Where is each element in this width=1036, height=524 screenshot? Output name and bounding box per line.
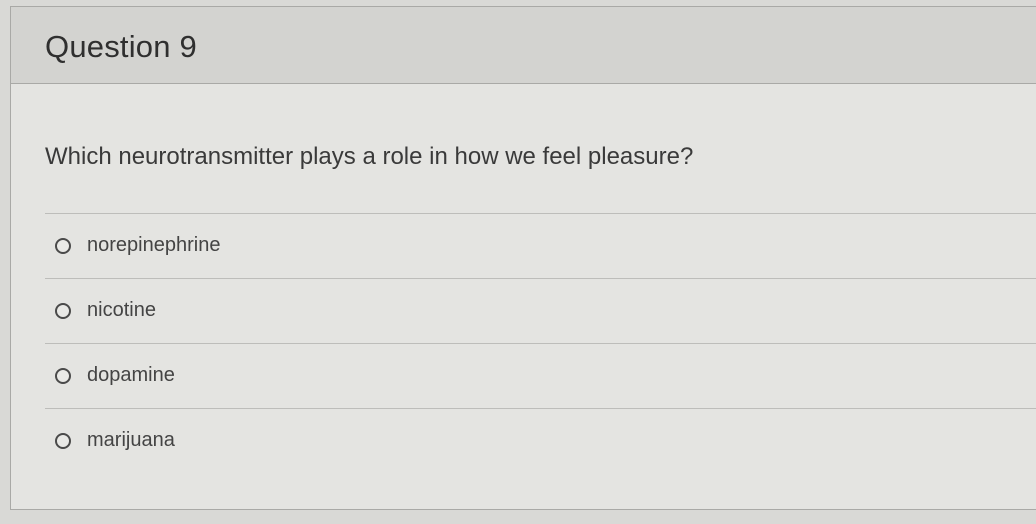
answer-list: norepinephrine nicotine dopamine marijua… xyxy=(45,213,1036,473)
question-title: Question 9 xyxy=(45,29,197,64)
radio-button-icon[interactable] xyxy=(55,303,71,319)
radio-button-icon[interactable] xyxy=(55,238,71,254)
question-card: Question 9 Which neurotransmitter plays … xyxy=(10,6,1036,510)
radio-button-icon[interactable] xyxy=(55,368,71,384)
answer-option-dopamine[interactable]: dopamine xyxy=(45,343,1036,408)
answer-option-nicotine[interactable]: nicotine xyxy=(45,278,1036,343)
answer-option-marijuana[interactable]: marijuana xyxy=(45,408,1036,473)
answer-option-norepinephrine[interactable]: norepinephrine xyxy=(45,213,1036,278)
answer-label: norepinephrine xyxy=(87,234,221,256)
radio-button-icon[interactable] xyxy=(55,433,71,449)
answer-label: dopamine xyxy=(87,364,175,386)
question-text: Which neurotransmitter plays a role in h… xyxy=(45,143,694,170)
answer-label: nicotine xyxy=(87,299,156,321)
question-header: Question 9 xyxy=(11,7,1036,84)
answer-label: marijuana xyxy=(87,429,175,451)
